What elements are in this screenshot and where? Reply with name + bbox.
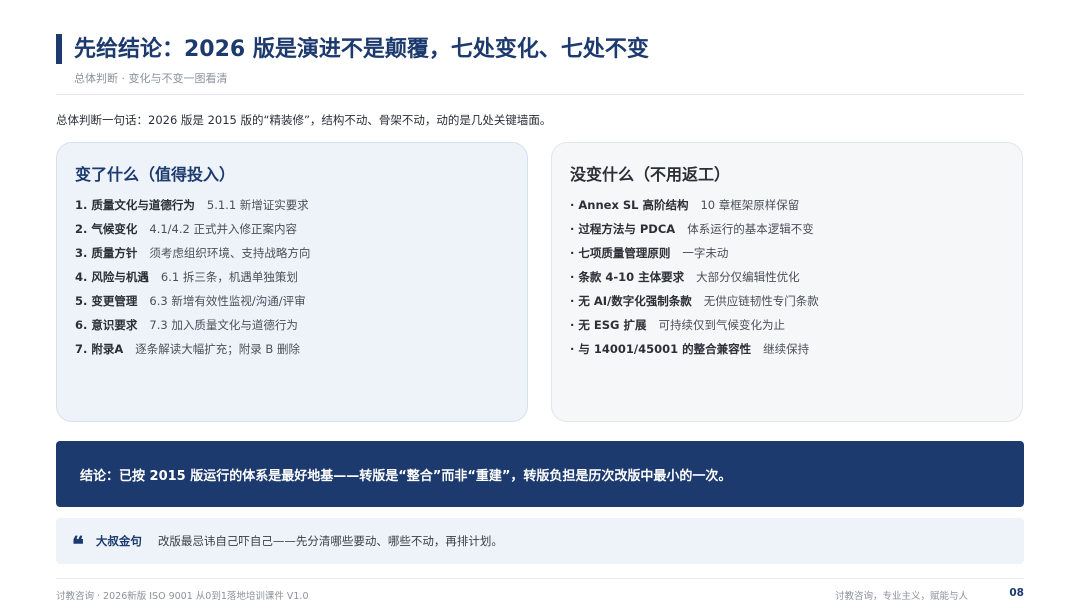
unchanged-item-desc: 体系运行的基本逻辑不变 xyxy=(687,222,814,236)
changed-item-key: 5. 变更管理 xyxy=(75,294,138,308)
unchanged-item-key: · 与 14001/45001 的整合兼容性 xyxy=(570,342,752,356)
changed-item-desc: 逐条解读大幅扩充；附录 B 删除 xyxy=(135,342,300,356)
unchanged-item: · Annex SL 高阶结构 10 章框架原样保留 xyxy=(570,197,1004,221)
unchanged-item-key: · 无 ESG 扩展 xyxy=(570,318,647,332)
page-subtitle: 总体判断 · 变化与不变一图看清 xyxy=(74,72,228,85)
changed-item-desc: 7.3 加入质量文化与道德行为 xyxy=(149,318,298,332)
unchanged-item: · 过程方法与 PDCA 体系运行的基本逻辑不变 xyxy=(570,221,1004,245)
changed-item-key: 2. 气候变化 xyxy=(75,222,138,236)
changed-item-desc: 5.1.1 新增证实要求 xyxy=(206,198,309,212)
changed-item: 6. 意识要求 7.3 加入质量文化与道德行为 xyxy=(75,317,509,341)
quote-text: 改版最忌讳自己吓自己——先分清哪些要动、哪些不动，再排计划。 xyxy=(157,534,503,548)
changed-item: 7. 附录A 逐条解读大幅扩充；附录 B 删除 xyxy=(75,341,509,365)
changed-item: 3. 质量方针 须考虑组织环境、支持战略方向 xyxy=(75,245,509,269)
quote-box: ❝ 大叔金句 改版最忌讳自己吓自己——先分清哪些要动、哪些不动，再排计划。 xyxy=(56,518,1024,564)
unchanged-item: · 七项质量管理原则 一字未动 xyxy=(570,245,1004,269)
unchanged-item-key: · Annex SL 高阶结构 xyxy=(570,198,689,212)
unchanged-item-key: · 七项质量管理原则 xyxy=(570,246,671,260)
unchanged-item: · 条款 4-10 主体要求 大部分仅编辑性优化 xyxy=(570,269,1004,293)
page-title: 先给结论：2026 版是演进不是颠覆，七处变化、七处不变 xyxy=(74,37,649,62)
unchanged-card-title: 没变什么（不用返工） xyxy=(570,165,731,184)
unchanged-item-desc: 可持续仅到气候变化为止 xyxy=(658,318,785,332)
unchanged-item-desc: 无供应链韧性专门条款 xyxy=(703,294,819,308)
changed-item-key: 6. 意识要求 xyxy=(75,318,138,332)
summary-line: 总体判断一句话：2026 版是 2015 版的“精装修”，结构不动、骨架不动，动… xyxy=(56,113,552,127)
unchanged-item-desc: 大部分仅编辑性优化 xyxy=(696,270,800,284)
unchanged-item-key: · 过程方法与 PDCA xyxy=(570,222,676,236)
unchanged-item-desc: 10 章框架原样保留 xyxy=(700,198,800,212)
unchanged-item: · 无 ESG 扩展 可持续仅到气候变化为止 xyxy=(570,317,1004,341)
changed-item-key: 1. 质量文化与道德行为 xyxy=(75,198,195,212)
changed-item: 2. 气候变化 4.1/4.2 正式并入修正案内容 xyxy=(75,221,509,245)
unchanged-item-key: · 无 AI/数字化强制条款 xyxy=(570,294,692,308)
quote-label: 大叔金句 xyxy=(95,534,142,548)
unchanged-item-desc: 一字未动 xyxy=(682,246,729,260)
changed-item-key: 3. 质量方针 xyxy=(75,246,138,260)
changed-card-title: 变了什么（值得投入） xyxy=(75,165,236,184)
header-divider xyxy=(56,94,1024,95)
changed-item-desc: 6.1 拆三条，机遇单独策划 xyxy=(160,270,298,284)
unchanged-item-key: · 条款 4-10 主体要求 xyxy=(570,270,685,284)
changed-item-desc: 须考虑组织环境、支持战略方向 xyxy=(149,246,311,260)
unchanged-card: 没变什么（不用返工） · Annex SL 高阶结构 10 章框架原样保留 · 过… xyxy=(551,142,1023,422)
footer-divider xyxy=(56,578,1024,579)
unchanged-item-desc: 继续保持 xyxy=(763,342,810,356)
page-number: 08 xyxy=(1009,587,1024,599)
changed-item-desc: 4.1/4.2 正式并入修正案内容 xyxy=(149,222,297,236)
changed-item-key: 7. 附录A xyxy=(75,342,124,356)
changed-item-key: 4. 风险与机遇 xyxy=(75,270,149,284)
title-accent-bar xyxy=(56,34,62,64)
changed-item: 5. 变更管理 6.3 新增有效性监视/沟通/评审 xyxy=(75,293,509,317)
changed-item: 1. 质量文化与道德行为 5.1.1 新增证实要求 xyxy=(75,197,509,221)
footer-course-title: 讨教咨询 · 2026新版 ISO 9001 从0到1落地培训课件 V1.0 xyxy=(56,591,309,602)
conclusion-banner: 结论：已按 2015 版运行的体系是最好地基——转版是“整合”而非“重建”，转版… xyxy=(56,441,1024,507)
unchanged-item: · 无 AI/数字化强制条款 无供应链韧性专门条款 xyxy=(570,293,1004,317)
changed-card: 变了什么（值得投入） 1. 质量文化与道德行为 5.1.1 新增证实要求 2. 气… xyxy=(56,142,528,422)
footer-slogan: 讨教咨询，专业主义，赋能与人 xyxy=(834,591,968,602)
unchanged-item: · 与 14001/45001 的整合兼容性 继续保持 xyxy=(570,341,1004,365)
changed-item: 4. 风险与机遇 6.1 拆三条，机遇单独策划 xyxy=(75,269,509,293)
changed-item-desc: 6.3 新增有效性监视/沟通/评审 xyxy=(149,294,306,308)
quote-icon: ❝ xyxy=(72,532,84,558)
